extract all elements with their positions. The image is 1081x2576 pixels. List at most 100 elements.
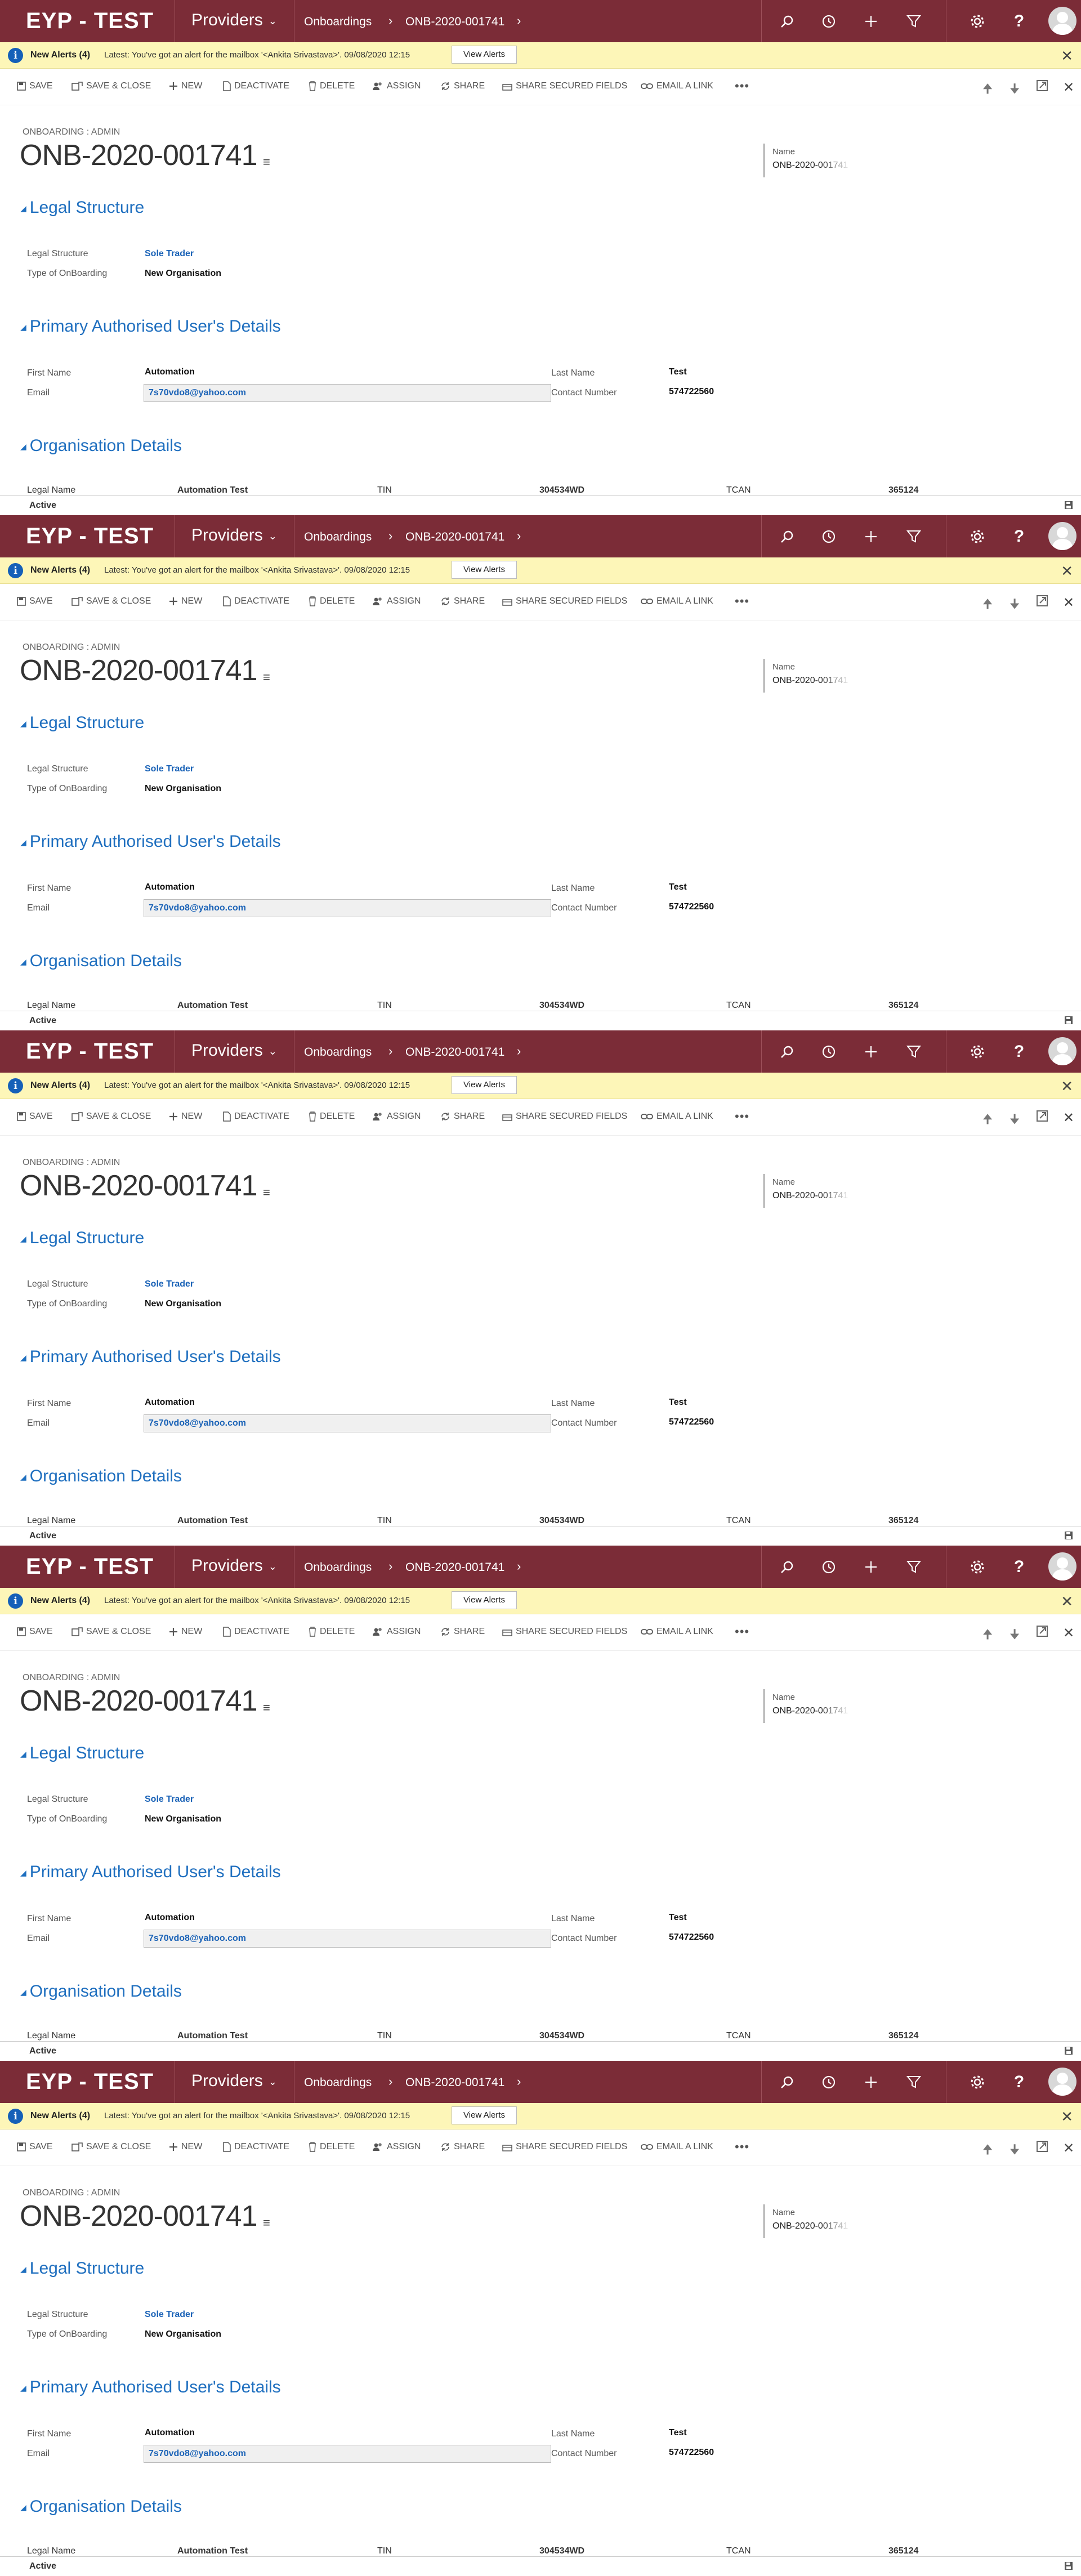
field-value-first-name[interactable]: Automation (145, 1913, 195, 1923)
help-icon[interactable]: ? (1008, 525, 1030, 548)
arrow-up-icon[interactable]: 🠉 (982, 79, 993, 101)
field-value-tin[interactable]: 304534WD (539, 2031, 584, 2041)
pop-out-icon[interactable] (1036, 2140, 1048, 2156)
email-field[interactable]: 7s70vdo8@yahoo.com (144, 1414, 551, 1432)
arrow-up-icon[interactable]: 🠉 (982, 1625, 993, 1646)
form-selector-icon[interactable]: ≡ (263, 1700, 270, 1715)
field-value-type-of-onboarding[interactable]: New Organisation (145, 2329, 221, 2340)
deactivate-button[interactable]: DEACTIVATE (223, 81, 289, 91)
close-icon[interactable]: ✕ (1061, 562, 1073, 580)
header-field-value[interactable]: ONB-2020-001741 (772, 2221, 851, 2231)
field-value-last-name[interactable]: Test (669, 1913, 687, 1923)
help-icon[interactable]: ? (1008, 10, 1030, 33)
help-icon[interactable]: ? (1008, 2071, 1030, 2093)
header-field-value[interactable]: ONB-2020-001741 (772, 676, 851, 686)
pop-out-icon[interactable] (1036, 595, 1048, 610)
history-icon[interactable] (818, 1041, 840, 1063)
close-icon[interactable]: ✕ (1061, 1593, 1073, 1610)
delete-button[interactable]: DELETE (309, 2142, 355, 2152)
field-value-legal-structure[interactable]: Sole Trader (145, 1279, 194, 1289)
save-close-button[interactable]: SAVE & CLOSE (72, 81, 151, 91)
arrow-up-icon[interactable]: 🠉 (982, 1110, 993, 1131)
area-selector[interactable]: Providers ⌄ (191, 1556, 277, 1575)
field-value-type-of-onboarding[interactable]: New Organisation (145, 269, 221, 279)
email-link-button[interactable]: EMAIL A LINK (641, 81, 713, 91)
field-value-last-name[interactable]: Test (669, 882, 687, 892)
help-icon[interactable]: ? (1008, 1556, 1030, 1578)
pop-out-icon[interactable] (1036, 1625, 1048, 1641)
field-value-tcan[interactable]: 365124 (888, 2546, 918, 2556)
deactivate-button[interactable]: DEACTIVATE (223, 1627, 289, 1637)
section-organisation-details[interactable]: ◢ Organisation Details (20, 1982, 182, 2001)
section-legal-structure[interactable]: ◢ Legal Structure (20, 713, 144, 733)
share-secured-fields-button[interactable]: SHARE SECURED FIELDS (502, 1111, 627, 1122)
chevron-right-icon[interactable]: › (517, 1559, 521, 1574)
field-value-legal-name[interactable]: Automation Test (177, 1001, 248, 1011)
section-organisation-details[interactable]: ◢ Organisation Details (20, 2497, 182, 2516)
more-commands-icon[interactable]: ••• (735, 594, 749, 609)
pop-out-icon[interactable] (1036, 1110, 1048, 1126)
history-icon[interactable] (818, 525, 840, 548)
new-button[interactable]: NEW (169, 1627, 202, 1637)
avatar[interactable] (1048, 1552, 1076, 1581)
search-icon[interactable] (776, 1041, 798, 1063)
form-selector-icon[interactable]: ≡ (263, 2216, 270, 2230)
history-icon[interactable] (818, 1556, 840, 1578)
breadcrumb-onboardings[interactable]: Onboardings (304, 530, 372, 544)
chevron-right-icon[interactable]: › (517, 2074, 521, 2089)
view-alerts-button[interactable]: View Alerts (452, 561, 517, 579)
delete-button[interactable]: DELETE (309, 1627, 355, 1637)
section-primary-user[interactable]: ◢ Primary Authorised User's Details (20, 1863, 281, 1882)
section-primary-user[interactable]: ◢ Primary Authorised User's Details (20, 832, 281, 851)
field-value-last-name[interactable]: Test (669, 2428, 687, 2438)
field-value-tcan[interactable]: 365124 (888, 1516, 918, 1526)
app-brand[interactable]: EYP - TEST (26, 8, 154, 34)
save-icon[interactable] (1064, 1531, 1073, 1543)
more-commands-icon[interactable]: ••• (735, 79, 749, 93)
view-alerts-button[interactable]: View Alerts (452, 46, 517, 64)
area-selector[interactable]: Providers ⌄ (191, 2071, 277, 2091)
deactivate-button[interactable]: DEACTIVATE (223, 1111, 289, 1122)
section-primary-user[interactable]: ◢ Primary Authorised User's Details (20, 1347, 281, 1367)
assign-button[interactable]: ASSIGN (372, 2142, 421, 2152)
arrow-down-icon[interactable]: 🠋 (1009, 595, 1020, 616)
close-icon[interactable]: ✕ (1061, 1078, 1073, 1095)
app-brand[interactable]: EYP - TEST (26, 1039, 154, 1064)
help-icon[interactable]: ? (1008, 1041, 1030, 1063)
area-selector[interactable]: Providers ⌄ (191, 1041, 277, 1060)
share-secured-fields-button[interactable]: SHARE SECURED FIELDS (502, 81, 627, 91)
plus-icon[interactable] (860, 2071, 882, 2093)
search-icon[interactable] (776, 2071, 798, 2093)
field-value-last-name[interactable]: Test (669, 367, 687, 377)
section-primary-user[interactable]: ◢ Primary Authorised User's Details (20, 2378, 281, 2397)
delete-button[interactable]: DELETE (309, 1111, 355, 1122)
history-icon[interactable] (818, 10, 840, 33)
assign-button[interactable]: ASSIGN (372, 1111, 421, 1122)
more-commands-icon[interactable]: ••• (735, 2140, 749, 2154)
breadcrumb-onboardings[interactable]: Onboardings (304, 1561, 372, 1574)
header-field-value[interactable]: ONB-2020-001741 (772, 1706, 851, 1716)
filter-icon[interactable] (903, 525, 925, 548)
email-link-button[interactable]: EMAIL A LINK (641, 2142, 713, 2152)
section-organisation-details[interactable]: ◢ Organisation Details (20, 1467, 182, 1486)
new-button[interactable]: NEW (169, 81, 202, 91)
save-icon[interactable] (1064, 501, 1073, 512)
field-value-first-name[interactable]: Automation (145, 1398, 195, 1408)
field-value-first-name[interactable]: Automation (145, 2428, 195, 2438)
delete-button[interactable]: DELETE (309, 81, 355, 91)
plus-icon[interactable] (860, 525, 882, 548)
avatar[interactable] (1048, 1037, 1076, 1065)
close-form-icon[interactable]: ✕ (1063, 2140, 1074, 2157)
gear-icon[interactable] (966, 525, 989, 548)
share-button[interactable]: SHARE (440, 2142, 485, 2152)
field-value-first-name[interactable]: Automation (145, 882, 195, 892)
field-value-contact-number[interactable]: 574722560 (669, 1932, 714, 1943)
save-icon[interactable] (1064, 1016, 1073, 1028)
close-form-icon[interactable]: ✕ (1063, 79, 1074, 96)
field-value-contact-number[interactable]: 574722560 (669, 2448, 714, 2458)
share-secured-fields-button[interactable]: SHARE SECURED FIELDS (502, 2142, 627, 2152)
header-field-value[interactable]: ONB-2020-001741 (772, 1191, 851, 1201)
avatar[interactable] (1048, 2068, 1076, 2096)
field-value-tin[interactable]: 304534WD (539, 2546, 584, 2556)
assign-button[interactable]: ASSIGN (372, 596, 421, 606)
